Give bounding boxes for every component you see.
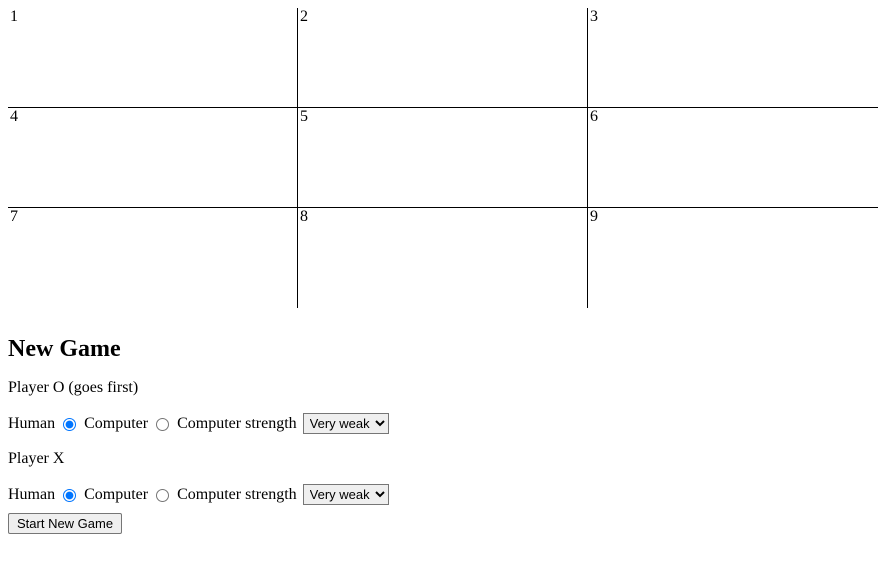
player-o-strength-select[interactable]: Very weak — [303, 413, 389, 434]
cell-7[interactable]: 7 — [8, 208, 298, 308]
controls-section: New Game Player O (goes first) Human Com… — [0, 308, 885, 550]
cell-9[interactable]: 9 — [588, 208, 878, 308]
cell-number: 8 — [300, 208, 308, 226]
player-x-human-label: Human — [8, 486, 55, 503]
player-o-label: Player O (goes first) — [8, 379, 877, 397]
player-o-computer-radio[interactable] — [156, 418, 169, 431]
cell-number: 6 — [590, 108, 598, 126]
new-game-heading: New Game — [8, 336, 877, 363]
player-x-computer-radio[interactable] — [156, 489, 169, 502]
player-x-label: Player X — [8, 450, 877, 468]
cell-number: 7 — [10, 208, 18, 226]
player-x-computer-label: Computer — [84, 486, 148, 503]
player-o-strength-label: Computer strength — [177, 415, 297, 432]
cell-number: 5 — [300, 108, 308, 126]
player-x-human-radio[interactable] — [63, 489, 76, 502]
cell-1[interactable]: 1 — [8, 8, 298, 108]
game-board: 1 2 3 4 5 6 7 8 9 — [8, 8, 878, 308]
cell-6[interactable]: 6 — [588, 108, 878, 208]
start-row: Start New Game — [8, 513, 877, 534]
cell-5[interactable]: 5 — [298, 108, 588, 208]
cell-4[interactable]: 4 — [8, 108, 298, 208]
player-x-row: Human Computer Computer strength Very we… — [8, 484, 877, 505]
start-new-game-button[interactable]: Start New Game — [8, 513, 122, 534]
cell-number: 1 — [10, 8, 18, 26]
player-o-human-label: Human — [8, 415, 55, 432]
cell-number: 3 — [590, 8, 598, 26]
player-x-strength-select[interactable]: Very weak — [303, 484, 389, 505]
cell-2[interactable]: 2 — [298, 8, 588, 108]
player-x-strength-label: Computer strength — [177, 486, 297, 503]
cell-3[interactable]: 3 — [588, 8, 878, 108]
cell-8[interactable]: 8 — [298, 208, 588, 308]
player-o-human-radio[interactable] — [63, 418, 76, 431]
cell-number: 9 — [590, 208, 598, 226]
player-o-row: Human Computer Computer strength Very we… — [8, 413, 877, 434]
cell-number: 4 — [10, 108, 18, 126]
cell-number: 2 — [300, 8, 308, 26]
player-o-computer-label: Computer — [84, 415, 148, 432]
